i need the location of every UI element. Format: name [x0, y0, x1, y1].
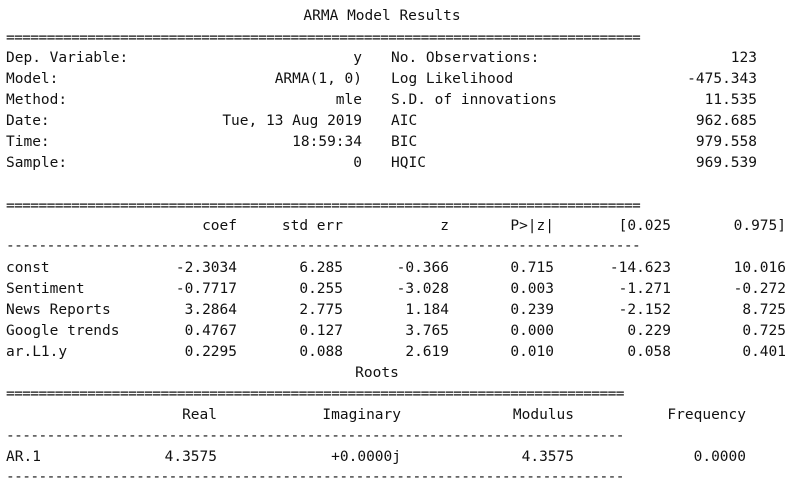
coef-p: 0.003	[510, 281, 554, 297]
summary-right-value: 969.539	[695, 155, 757, 171]
single-rule-coef-header: ----------------------------------------…	[6, 238, 641, 254]
coef-p: 0.239	[510, 302, 554, 318]
roots-row-name: AR.1	[6, 449, 41, 465]
coef-p: 0.000	[510, 323, 554, 339]
summary-right-label: BIC	[391, 134, 418, 150]
coef-value: 0.4767	[184, 323, 237, 339]
coef-z: -3.028	[396, 281, 449, 297]
roots-header: Real	[182, 407, 217, 423]
summary-right-label: S.D. of innovations	[391, 92, 557, 108]
summary-left-label: Date:	[6, 113, 50, 129]
summary-right-label: Log Likelihood	[391, 71, 514, 87]
coef-z: 2.619	[405, 344, 449, 360]
coef-value: 3.2864	[184, 302, 237, 318]
coef-std-err: 0.127	[299, 323, 343, 339]
coef-std-err: 6.285	[299, 260, 343, 276]
coef-header: 0.975]	[733, 218, 786, 234]
summary-right-label: AIC	[391, 113, 418, 129]
coef-z: 3.765	[405, 323, 449, 339]
coef-ci-low: 0.058	[627, 344, 671, 360]
coef-ci-high: -0.272	[733, 281, 786, 297]
summary-left-label: Time:	[6, 134, 50, 150]
summary-right-value: 979.558	[695, 134, 757, 150]
summary-right-label: No. Observations:	[391, 50, 540, 66]
coef-ci-high: 0.725	[742, 323, 786, 339]
coef-value: 0.2295	[184, 344, 237, 360]
roots-real: 4.3575	[164, 449, 217, 465]
summary-left-label: Method:	[6, 92, 68, 108]
coef-header: std err	[281, 218, 343, 234]
summary-left-value: mle	[335, 92, 362, 108]
coef-std-err: 0.255	[299, 281, 343, 297]
coef-ci-high: 8.725	[742, 302, 786, 318]
roots-title: Roots	[355, 365, 399, 381]
coef-row-name: Sentiment	[6, 281, 85, 297]
summary-left-label: Dep. Variable:	[6, 50, 129, 66]
coef-ci-low: -1.271	[618, 281, 671, 297]
coef-ci-high: 10.016	[733, 260, 786, 276]
summary-left-value: 18:59:34	[292, 134, 362, 150]
coef-header: P>|z|	[510, 218, 554, 234]
double-rule-roots: ========================================…	[6, 386, 624, 402]
summary-left-value: y	[353, 50, 362, 66]
roots-header: Frequency	[667, 407, 746, 423]
summary-left-value: Tue, 13 Aug 2019	[222, 113, 362, 129]
coef-z: 1.184	[405, 302, 449, 318]
summary-right-value: -475.343	[687, 71, 757, 87]
single-rule-roots-bottom: ----------------------------------------…	[6, 469, 624, 485]
coef-p: 0.715	[510, 260, 554, 276]
roots-imaginary: +0.0000j	[331, 449, 401, 465]
summary-left-label: Sample:	[6, 155, 68, 171]
double-rule-top: ========================================…	[6, 30, 641, 46]
summary-left-value: 0	[353, 155, 362, 171]
coef-std-err: 0.088	[299, 344, 343, 360]
coef-value: -0.7717	[175, 281, 237, 297]
coef-row-name: News Reports	[6, 302, 111, 318]
coef-std-err: 2.775	[299, 302, 343, 318]
roots-header: Modulus	[512, 407, 574, 423]
coef-ci-low: -2.152	[618, 302, 671, 318]
page-title: ARMA Model Results	[303, 8, 461, 24]
coef-header: coef	[202, 218, 237, 234]
coef-ci-low: 0.229	[627, 323, 671, 339]
summary-right-value: 11.535	[704, 92, 757, 108]
summary-right-value: 962.685	[695, 113, 757, 129]
summary-left-value: ARMA(1, 0)	[274, 71, 362, 87]
roots-modulus: 4.3575	[521, 449, 574, 465]
roots-header: Imaginary	[322, 407, 401, 423]
single-rule-roots-header: ----------------------------------------…	[6, 428, 624, 444]
coef-row-name: Google trends	[6, 323, 120, 339]
coef-p: 0.010	[510, 344, 554, 360]
coef-header: z	[440, 218, 449, 234]
coef-value: -2.3034	[175, 260, 237, 276]
coef-z: -0.366	[396, 260, 449, 276]
summary-right-value: 123	[730, 50, 757, 66]
summary-right-label: HQIC	[391, 155, 426, 171]
coef-row-name: ar.L1.y	[6, 344, 68, 360]
roots-frequency: 0.0000	[693, 449, 746, 465]
coef-header: [0.025	[618, 218, 671, 234]
coef-ci-low: -14.623	[609, 260, 671, 276]
coef-ci-high: 0.401	[742, 344, 786, 360]
double-rule-coef: ========================================…	[6, 198, 641, 214]
summary-left-label: Model:	[6, 71, 59, 87]
coef-row-name: const	[6, 260, 50, 276]
